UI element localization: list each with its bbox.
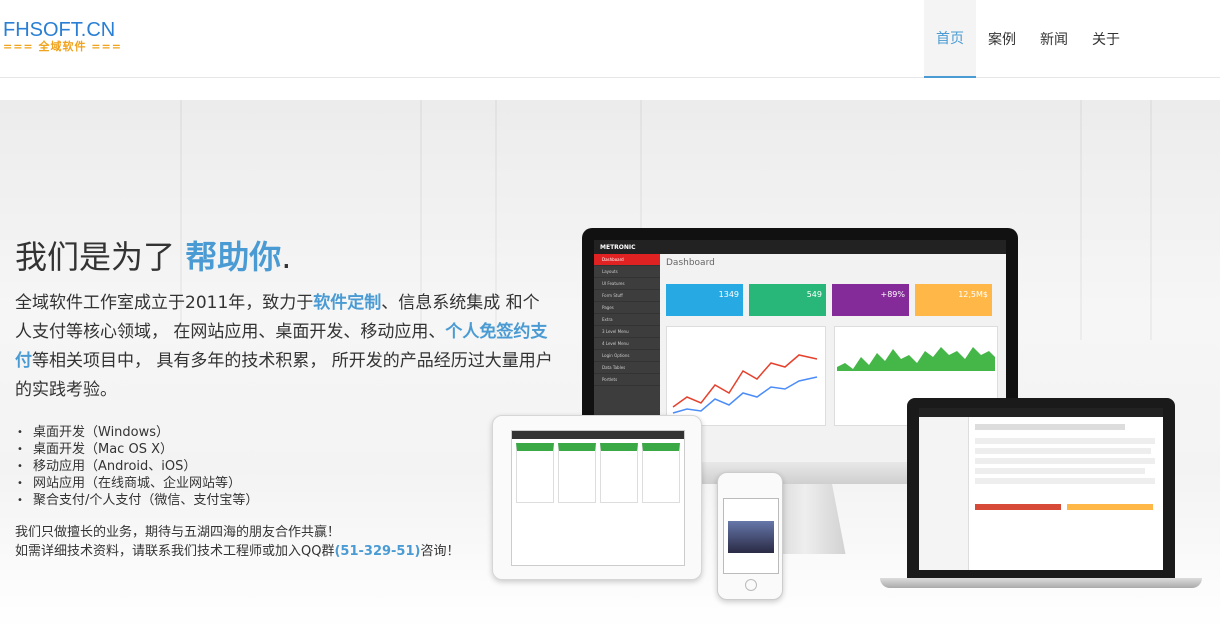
site-logo[interactable]: FHSOFT.CN === 全域软件 ===	[3, 20, 122, 54]
qq-group-number: (51-329-51)	[334, 544, 421, 559]
navbar: FHSOFT.CN === 全域软件 === 首页 案例 新闻 关于	[0, 0, 1220, 78]
contact-line-2: 如需详细技术资料，请联系我们技术工程师或加入QQ群(51-329-51)咨询！	[15, 542, 459, 561]
list-item: 聚合支付/个人支付（微信、支付宝等）	[15, 492, 258, 509]
main-nav: 首页 案例 新闻 关于	[924, 0, 1132, 78]
hero-headline: 我们是为了 帮助你.	[15, 232, 291, 278]
headline-prefix: 我们是为了	[15, 238, 186, 276]
mockup-tile: 12,5M$	[915, 284, 992, 316]
intro-highlight-custom-software: 软件定制	[313, 293, 382, 313]
headline-highlight: 帮助你	[185, 238, 282, 276]
laptop-image	[907, 398, 1175, 578]
contact-prefix: 如需详细技术资料，请联系我们技术工程师或加入QQ群	[15, 544, 335, 559]
nav-item-cases[interactable]: 案例	[976, 0, 1028, 78]
logo-title: FHSOFT.CN	[3, 19, 116, 41]
nav-item-home[interactable]: 首页	[924, 0, 976, 78]
intro-text-1: 全域软件工作室成立于2011年，致力于	[15, 293, 314, 313]
mockup-dashboard-title: Dashboard	[666, 258, 715, 268]
nav-item-about[interactable]: 关于	[1080, 0, 1132, 78]
mockup-tile: +89%	[832, 284, 909, 316]
contact-line-1: 我们只做擅长的业务，期待与五湖四海的朋友合作共赢！	[15, 525, 341, 540]
contact-suffix: 咨询！	[420, 544, 460, 559]
hero-intro: 全域软件工作室成立于2011年，致力于软件定制、信息系统集成 和个人支付等核心领…	[15, 289, 555, 405]
intro-text-3: 等相关项目中， 具有多年的技术积累， 所开发的产品经历过大量用户的实践考验。	[15, 351, 553, 400]
list-item: 桌面开发（Windows）	[15, 424, 258, 441]
tablet-image	[492, 415, 702, 580]
mockup-tile: 549	[749, 284, 826, 316]
contact-info: 我们只做擅长的业务，期待与五湖四海的朋友合作共赢！ 如需详细技术资料，请联系我们…	[15, 523, 459, 561]
headline-suffix: .	[281, 238, 292, 276]
list-item: 桌面开发（Mac OS X）	[15, 441, 258, 458]
mockup-line-chart	[666, 326, 826, 426]
services-list: 桌面开发（Windows） 桌面开发（Mac OS X） 移动应用（Androi…	[15, 424, 258, 509]
list-item: 移动应用（Android、iOS）	[15, 458, 258, 475]
mockup-tile: 1349	[666, 284, 743, 316]
list-item: 网站应用（在线商城、企业网站等）	[15, 475, 258, 492]
mockup-brand: METRONIC	[600, 243, 636, 251]
nav-item-news[interactable]: 新闻	[1028, 0, 1080, 78]
phone-image	[717, 472, 783, 600]
logo-subtitle: === 全域软件 ===	[3, 40, 122, 53]
laptop-base	[880, 578, 1202, 588]
